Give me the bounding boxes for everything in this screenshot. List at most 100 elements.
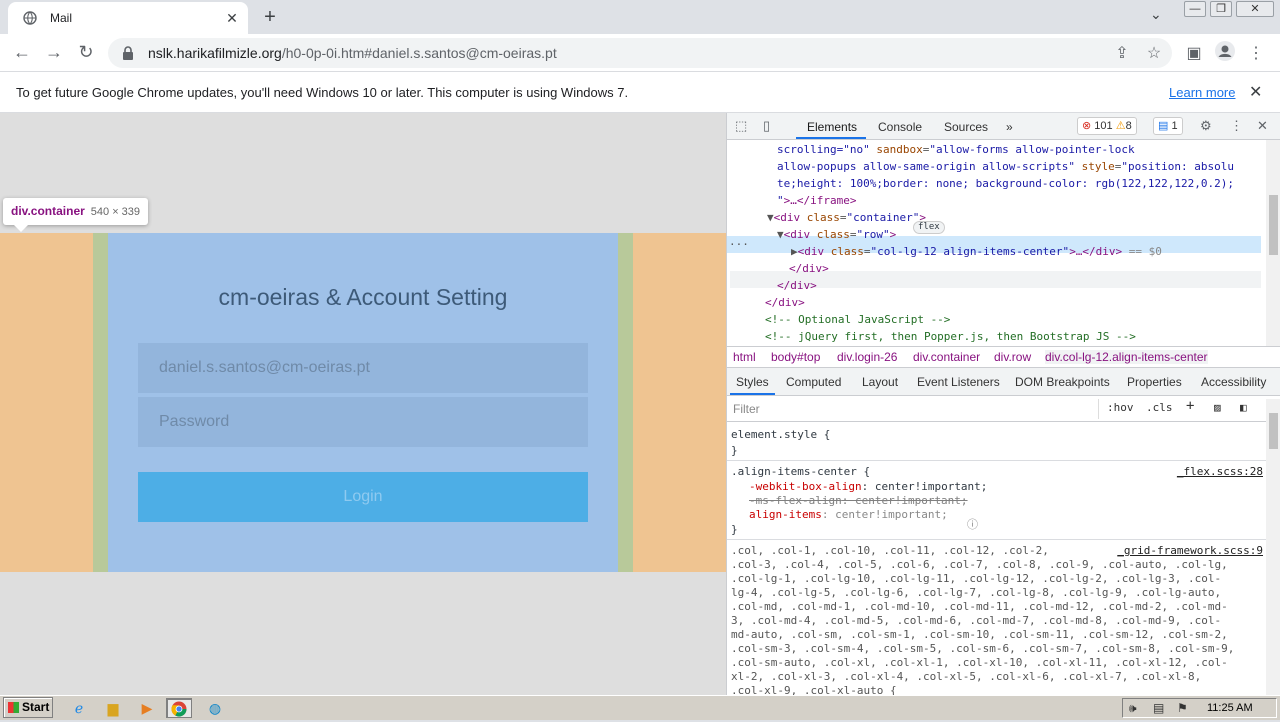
css-declaration[interactable]: -ms-flex-align: center!important;	[749, 494, 968, 508]
media-player-icon[interactable]: ▶	[134, 698, 160, 718]
breadcrumb-item[interactable]: div.login-26	[837, 350, 897, 364]
close-window-button[interactable]: ✕	[1236, 1, 1274, 17]
style-tab[interactable]: Event Listeners	[917, 375, 1000, 389]
learn-more-link[interactable]: Learn more	[1169, 85, 1235, 100]
inspect-element-icon[interactable]: ⬚	[735, 118, 747, 134]
kebab-menu-icon[interactable]: ⋮	[1230, 118, 1243, 134]
paint-icon[interactable]: ▨	[1214, 401, 1221, 414]
toggle-sidebar-icon[interactable]: ◧	[1240, 401, 1247, 414]
side-panel-icon[interactable]: ▣	[1184, 43, 1204, 63]
dom-node-line[interactable]: <!-- Optional JavaScript -->	[765, 311, 950, 328]
styles-scrollbar[interactable]	[1266, 399, 1280, 695]
style-tab[interactable]: Computed	[786, 375, 841, 389]
style-tab[interactable]: Properties	[1127, 375, 1182, 389]
dom-node-line[interactable]: ">…</iframe>	[777, 192, 856, 209]
cls-toggle[interactable]: .cls	[1146, 401, 1173, 414]
address-bar[interactable]: nslk.harikafilmizle.org/h0-0p-0i.htm#dan…	[108, 38, 1172, 68]
chrome-menu-icon[interactable]: ⋮	[1246, 43, 1266, 63]
messages-badge[interactable]: ▤ 1	[1153, 117, 1183, 135]
start-button[interactable]: Start	[3, 697, 53, 718]
breadcrumb-item[interactable]: div.col-lg-12.align-items-center	[1045, 350, 1208, 364]
more-tabs-button[interactable]: »	[1006, 120, 1013, 134]
new-tab-button[interactable]: +	[258, 6, 282, 29]
dom-node-line[interactable]: </div>	[777, 277, 817, 294]
windows-logo-icon	[8, 702, 19, 713]
dom-token: >…</div>	[1069, 245, 1123, 258]
maximize-button[interactable]: ❐	[1210, 1, 1232, 17]
login-button[interactable]: Login	[138, 472, 588, 522]
infobar-close-icon[interactable]: ✕	[1249, 82, 1262, 102]
back-icon[interactable]: ←	[10, 42, 34, 63]
tab-sources[interactable]: Sources	[944, 120, 988, 134]
breadcrumb-item[interactable]: html	[733, 350, 756, 364]
minimize-button[interactable]: —	[1184, 1, 1206, 17]
dom-token: <div	[773, 211, 807, 224]
tab-search-icon[interactable]: ⌄	[1150, 6, 1162, 23]
elements-scrollbar[interactable]	[1266, 140, 1280, 346]
lock-icon[interactable]	[120, 45, 136, 61]
bookmark-star-icon[interactable]: ☆	[1144, 43, 1164, 63]
dom-token: "col-lg-12 align-items-center"	[870, 245, 1070, 258]
style-tab[interactable]: Layout	[862, 375, 898, 389]
forward-icon[interactable]: →	[42, 42, 66, 63]
css-declaration[interactable]: align-items: center!important;	[749, 508, 948, 522]
dom-node-line[interactable]: ▼<div class="row">	[777, 226, 896, 243]
dom-node-line[interactable]: ▼<div class="container">	[767, 209, 926, 226]
tab-mail[interactable]: Mail ✕	[8, 2, 248, 34]
new-rule-icon[interactable]: +	[1186, 398, 1194, 414]
style-tab[interactable]: Accessibility	[1201, 375, 1266, 389]
dom-node-line[interactable]: scrolling="no" sandbox="allow-forms allo…	[777, 141, 1135, 158]
password-field[interactable]: Password	[138, 397, 588, 447]
dom-node-line[interactable]: </div>	[789, 260, 829, 277]
flex-badge[interactable]: flex	[913, 221, 945, 234]
internet-explorer-icon[interactable]: ℯ	[66, 698, 92, 718]
scroll-thumb[interactable]	[1269, 413, 1278, 449]
tab-elements[interactable]: Elements	[807, 120, 857, 134]
style-tab[interactable]: DOM Breakpoints	[1015, 375, 1110, 389]
dom-node-line[interactable]: te;height: 100%;border: none; background…	[777, 175, 1234, 192]
file-explorer-icon[interactable]: ▆	[100, 698, 126, 718]
share-icon[interactable]: ⇪	[1112, 43, 1132, 63]
css-declaration[interactable]: -webkit-box-align: center!important;	[749, 480, 987, 494]
dom-token: "allow-forms allow-pointer-lock	[929, 143, 1135, 156]
tab-console[interactable]: Console	[878, 120, 922, 134]
info-icon[interactable]: ⓘ	[967, 518, 978, 532]
breadcrumb-item[interactable]: div.container	[913, 350, 980, 364]
breadcrumb-item[interactable]: body#top	[771, 350, 820, 364]
issues-badge[interactable]: ⊗ 101 ⚠8	[1077, 117, 1137, 135]
volume-icon[interactable]: 🕪	[1129, 701, 1137, 716]
active-tab-indicator	[796, 137, 866, 139]
dom-node-line[interactable]: ▶<div class="col-lg-12 align-items-cente…	[791, 243, 1162, 260]
style-tab[interactable]: Styles	[736, 375, 769, 389]
css-property-value: center!important;	[835, 508, 948, 521]
scroll-thumb[interactable]	[1269, 195, 1278, 255]
chrome-taskbar-icon[interactable]	[166, 698, 192, 718]
css-colon: :	[841, 494, 855, 507]
email-field[interactable]: daniel.s.santos@cm-oeiras.pt	[138, 343, 588, 393]
hov-toggle[interactable]: :hov	[1107, 401, 1134, 414]
element-style-close: }	[731, 444, 738, 457]
device-toolbar-icon[interactable]: ▯	[763, 118, 770, 134]
rule1-source-link[interactable]: _flex.scss:28	[1177, 465, 1263, 479]
dom-node-line[interactable]: allow-popups allow-same-origin allow-scr…	[777, 158, 1234, 175]
node-actions-dots[interactable]: ···	[729, 236, 749, 253]
profile-avatar-icon[interactable]	[1215, 41, 1235, 66]
tab-close-icon[interactable]: ✕	[220, 10, 244, 27]
dom-node-line[interactable]: <!-- jQuery first, then Popper.js, then …	[765, 328, 1136, 345]
network-icon[interactable]: ▤	[1153, 701, 1164, 715]
element-style-selector: element.style {	[731, 428, 831, 441]
settings-gear-icon[interactable]: ⚙	[1200, 118, 1212, 134]
css-selector-line: .col-xl-9, .col-xl-auto {	[731, 684, 897, 695]
filter-input[interactable]: Filter	[727, 399, 1099, 419]
reload-icon[interactable]: ↻	[74, 42, 98, 63]
dom-node-line[interactable]: </div>	[765, 294, 805, 311]
css-selector-line: lg-4, .col-lg-5, .col-lg-6, .col-lg-7, .…	[731, 586, 1222, 599]
dom-token: == $0	[1122, 245, 1162, 258]
breadcrumb-item[interactable]: div.row	[994, 350, 1031, 364]
edge-icon[interactable]: ◍	[202, 698, 228, 718]
close-devtools-icon[interactable]: ✕	[1257, 118, 1268, 134]
dom-token: </div>	[777, 279, 817, 292]
flag-icon[interactable]: ⚑	[1177, 701, 1188, 715]
css-selector-line: 3, .col-md-4, .col-md-5, .col-md-6, .col…	[731, 614, 1222, 627]
rule2-source-link[interactable]: _grid-framework.scss:9	[1117, 544, 1263, 558]
